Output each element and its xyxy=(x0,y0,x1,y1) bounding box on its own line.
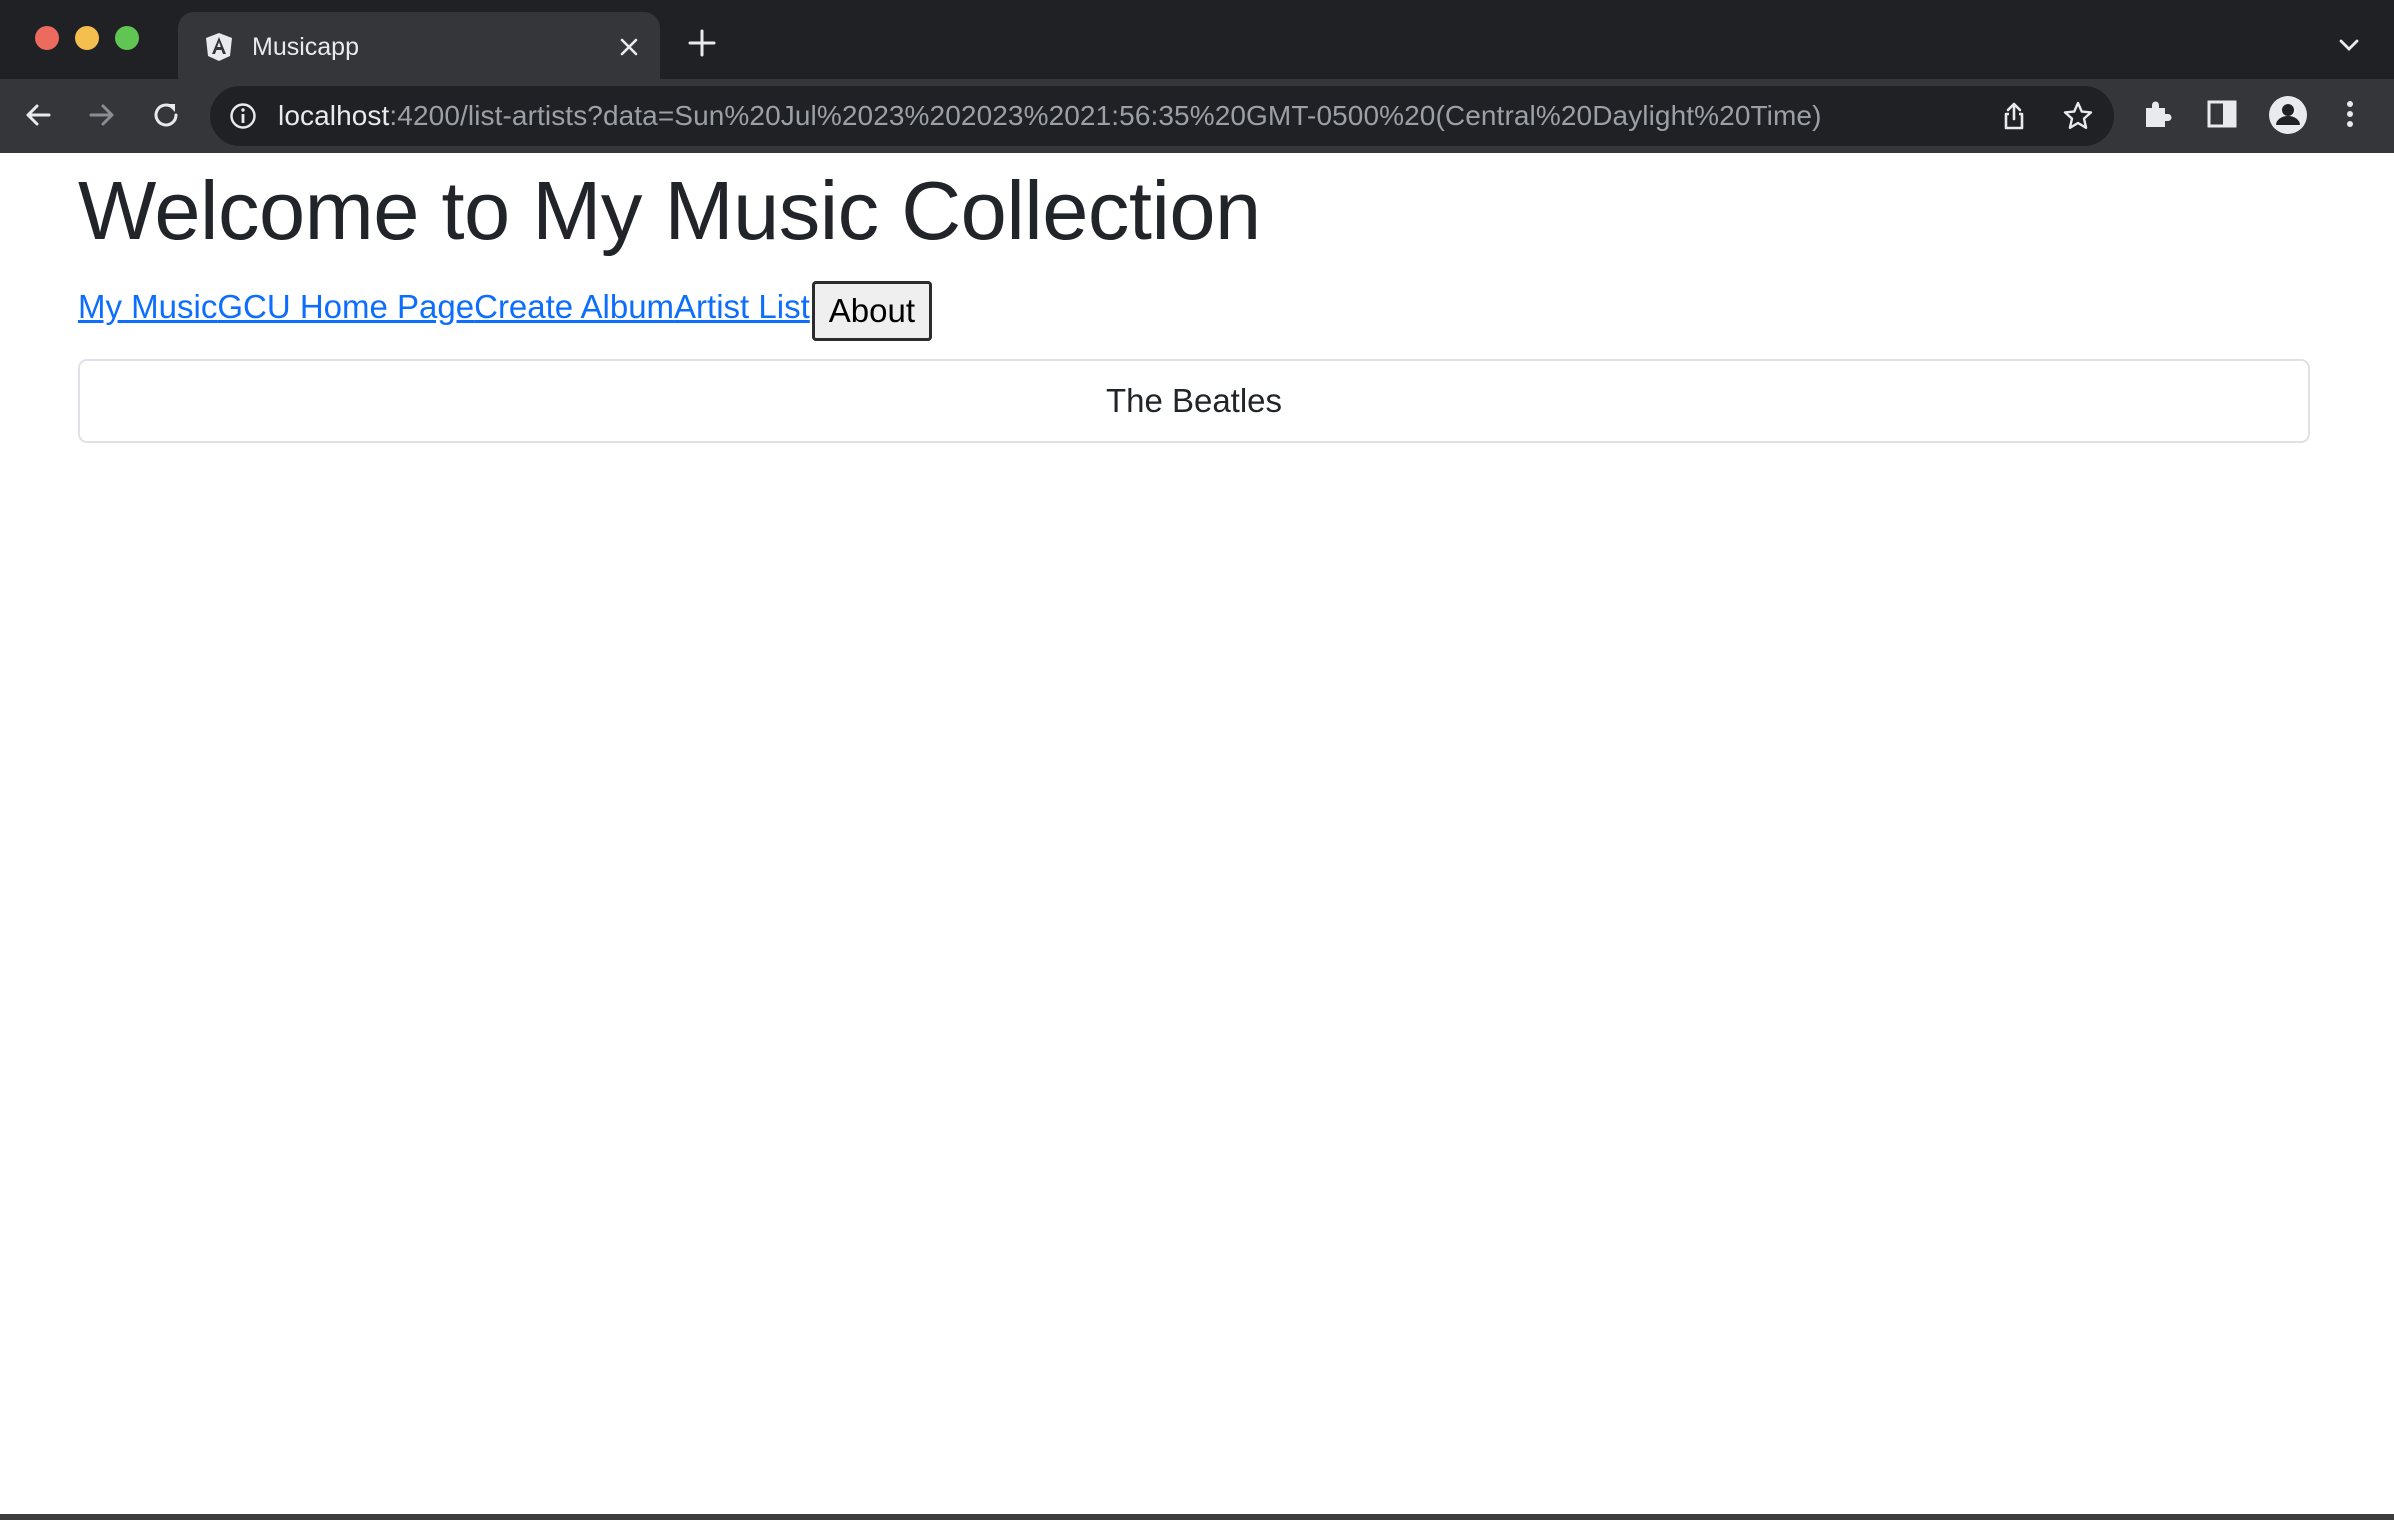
nav-link-gcu-home-page[interactable]: GCU Home Page xyxy=(217,281,474,333)
nav-link-my-music[interactable]: My Music xyxy=(78,281,217,333)
tab-search-chevron-down-icon[interactable] xyxy=(2334,30,2364,60)
new-tab-icon[interactable] xyxy=(686,27,718,59)
angular-icon xyxy=(206,33,232,61)
nav-links: My Music GCU Home Page Create Album Arti… xyxy=(78,281,932,341)
browser-toolbar: localhost:4200/list-artists?data=Sun%20J… xyxy=(0,79,2394,153)
profile-avatar-icon[interactable] xyxy=(2268,95,2308,135)
side-panel-icon[interactable] xyxy=(2204,96,2240,132)
share-icon[interactable] xyxy=(1998,100,2030,132)
artist-name: The Beatles xyxy=(1105,382,1283,419)
arrow-right-icon xyxy=(89,104,114,126)
close-tab-icon[interactable] xyxy=(614,32,644,62)
page-content: Welcome to My Music Collection My Music … xyxy=(0,153,2394,1514)
browser-tab[interactable]: Musicapp xyxy=(178,12,660,79)
back-button[interactable] xyxy=(18,95,58,135)
maximize-window-button[interactable] xyxy=(115,26,139,50)
info-icon[interactable] xyxy=(228,101,258,131)
page-title: Welcome to My Music Collection xyxy=(78,164,1261,257)
artist-list-item[interactable]: The Beatles xyxy=(78,359,2310,443)
url-path: :4200/list-artists?data=Sun%20Jul%2023%2… xyxy=(389,100,1822,131)
more-menu-icon[interactable] xyxy=(2332,96,2368,132)
nav-link-create-album[interactable]: Create Album xyxy=(474,281,674,333)
url-text[interactable]: localhost:4200/list-artists?data=Sun%20J… xyxy=(278,100,1822,132)
arrow-left-icon xyxy=(26,104,51,126)
tab-strip: Musicapp xyxy=(0,0,2394,79)
extensions-puzzle-icon[interactable] xyxy=(2140,96,2176,132)
reload-button[interactable] xyxy=(146,95,186,135)
forward-button[interactable] xyxy=(82,95,122,135)
nav-link-artist-list[interactable]: Artist List xyxy=(674,281,810,333)
reload-icon xyxy=(154,103,178,127)
tab-title: Musicapp xyxy=(252,33,359,61)
close-window-button[interactable] xyxy=(35,26,59,50)
address-bar[interactable]: localhost:4200/list-artists?data=Sun%20J… xyxy=(210,86,2114,146)
about-button[interactable]: About xyxy=(811,281,932,341)
window-bottom-edge xyxy=(0,1514,2394,1520)
minimize-window-button[interactable] xyxy=(75,26,99,50)
bookmark-star-icon[interactable] xyxy=(2062,100,2094,132)
url-host: localhost xyxy=(278,100,390,131)
